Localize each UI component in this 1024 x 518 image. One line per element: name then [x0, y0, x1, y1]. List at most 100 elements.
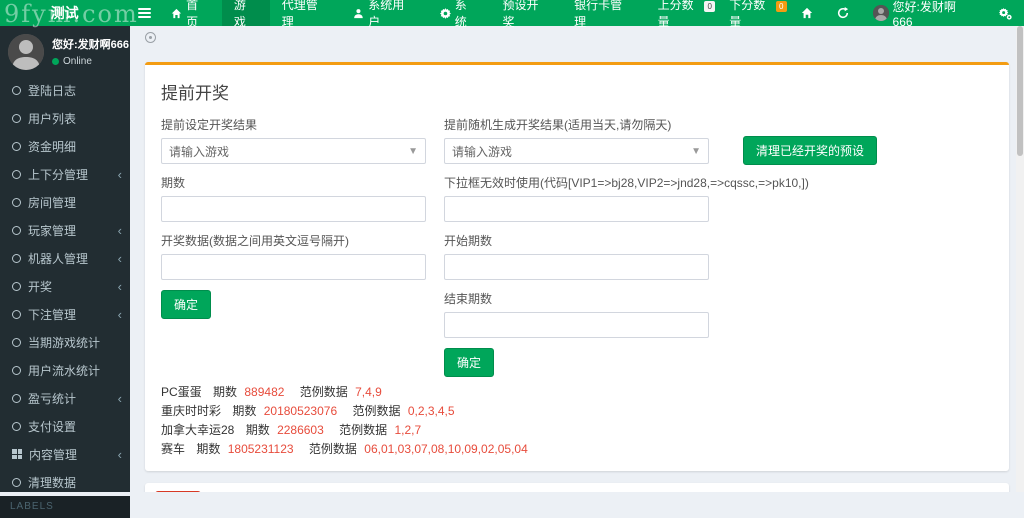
sidebar-item-draw[interactable]: 开奖 ‹: [0, 272, 130, 300]
sidebar-item-label: 资金明细: [28, 138, 122, 155]
main-menu: 首页 游戏 代理管理 系统用户 系统 预设开奖 银行卡管理: [159, 0, 646, 26]
sidebar-item-user-flow-stats[interactable]: 用户流水统计: [0, 356, 130, 384]
draw-data-label: 开奖数据(数据之间用英文逗号隔开): [161, 232, 426, 249]
game-select-value: 请输入游戏: [169, 143, 229, 160]
sidebar-item-profit-stats[interactable]: 盈亏统计‹: [0, 384, 130, 412]
preset-result-label: 提前设定开奖结果: [161, 116, 426, 133]
chevron-left-icon: ‹: [118, 223, 122, 238]
nav-item-home[interactable]: 首页: [159, 0, 222, 26]
preset-line-jnd28: 加拿大幸运28 期数 2286603 范例数据 1,2,7: [161, 421, 993, 440]
preset-sample-label: 范例数据: [300, 385, 348, 399]
sidebar-item-room-manage[interactable]: 房间管理: [0, 188, 130, 216]
nav-item-agents[interactable]: 代理管理: [270, 0, 342, 26]
up-score-badge: 0: [704, 1, 715, 12]
confirm-button-right[interactable]: 确定: [444, 348, 494, 377]
sidebar-item-score-manage[interactable]: 上下分管理‹: [0, 160, 130, 188]
scrollbar-thumb[interactable]: [1017, 26, 1023, 156]
down-score-badge: 0: [776, 1, 787, 12]
preset-sample-label: 范例数据: [309, 442, 357, 456]
sidebar-item-label: 支付设置: [28, 418, 122, 435]
sidebar-item-label: 下注管理: [28, 306, 111, 323]
circle-icon: [12, 338, 21, 347]
sidebar-item-login-log[interactable]: 登陆日志: [0, 76, 130, 104]
circle-icon: [12, 114, 21, 123]
sidebar-item-current-game-stats[interactable]: 当期游戏统计: [0, 328, 130, 356]
online-status[interactable]: Online: [52, 56, 129, 67]
preset-sample-value: 7,4,9: [355, 385, 382, 399]
logo[interactable]: 测试: [0, 0, 129, 26]
online-status-label: Online: [63, 56, 92, 67]
circle-icon: [12, 366, 21, 375]
sidebar-item-label: 当期游戏统计: [28, 334, 122, 351]
grid-icon: [12, 449, 22, 459]
online-dot-icon: [52, 58, 59, 65]
sidebar-item-user-list[interactable]: 用户列表: [0, 104, 130, 132]
draw-data-input[interactable]: [161, 254, 426, 280]
page-title: 提前开奖: [161, 79, 993, 104]
fallback-code-label: 下拉框无效时使用(代码[VIP1=>bj28,VIP2=>jnd28,=>cqs…: [444, 174, 709, 191]
preset-sample-label: 范例数据: [352, 404, 400, 418]
end-issue-input[interactable]: [444, 312, 709, 338]
circle-icon: [12, 310, 21, 319]
preset-sample-value: 06,01,03,07,08,10,09,02,05,04: [364, 442, 527, 456]
nav-item-preset-draw[interactable]: 预设开奖: [491, 0, 563, 26]
cogs-icon: [999, 7, 1012, 20]
circle-icon: [12, 478, 21, 487]
up-score-count[interactable]: 上分数量 0: [646, 0, 718, 26]
sidebar-item-payment-settings[interactable]: 支付设置: [0, 412, 130, 440]
down-score-label: 下分数量: [729, 0, 777, 30]
fallback-code-input[interactable]: [444, 196, 709, 222]
circle-icon: [12, 254, 21, 263]
user-icon: [353, 8, 364, 19]
sidebar-item-content-manage[interactable]: 内容管理‹: [0, 440, 130, 468]
nav-home-shortcut[interactable]: [789, 0, 825, 26]
sidebar-item-label: 内容管理: [29, 446, 111, 463]
down-score-count[interactable]: 下分数量 0: [717, 0, 789, 26]
avatar: [8, 34, 44, 70]
breadcrumb-circle-icon[interactable]: [145, 32, 156, 43]
preset-qi-label: 期数: [232, 404, 256, 418]
results-table-card: 删除 全部游戏 ▼ 列(显示/隐藏) 复制 CSV Excel 打印 显示 10…: [145, 483, 1009, 492]
user-menu[interactable]: 您好:发财啊666: [861, 0, 987, 26]
game-select[interactable]: 请输入游戏 ▼: [161, 138, 426, 164]
preset-qi-label: 期数: [196, 442, 220, 456]
sidebar-item-funds-detail[interactable]: 资金明细: [0, 132, 130, 160]
sidebar-item-label: 玩家管理: [28, 222, 111, 239]
start-issue-input[interactable]: [444, 254, 709, 280]
preset-qi-value: 20180523076: [264, 404, 337, 418]
end-issue-label: 结束期数: [444, 290, 709, 307]
preset-examples: PC蛋蛋 期数 889482 范例数据 7,4,9 重庆时时彩 期数 20180…: [161, 383, 993, 459]
nav-item-system-users[interactable]: 系统用户: [341, 0, 428, 26]
nav-label: 银行卡管理: [574, 0, 634, 30]
sidebar-item-label: 开奖: [28, 278, 111, 295]
sidebar-item-player-manage[interactable]: 玩家管理 ‹: [0, 216, 130, 244]
sidebar-item-robot-manage[interactable]: 机器人管理‹: [0, 244, 130, 272]
chevron-left-icon: ‹: [118, 279, 122, 294]
nav-item-system[interactable]: 系统: [428, 0, 491, 26]
scrollbar[interactable]: [1016, 26, 1024, 492]
settings-menu[interactable]: [987, 0, 1024, 26]
sidebar-item-bet-manage[interactable]: 下注管理‹: [0, 300, 130, 328]
chevron-down-icon: ▼: [691, 146, 701, 157]
refresh-button[interactable]: [825, 0, 861, 26]
gear-icon: [440, 8, 451, 19]
random-game-select[interactable]: 请输入游戏 ▼: [444, 138, 709, 164]
early-draw-card: 提前开奖 提前设定开奖结果 请输入游戏 ▼ 期数 开奖数据(数据之间用英文逗号隔…: [145, 62, 1009, 471]
sidebar-menu: 登陆日志 用户列表 资金明细 上下分管理‹ 房间管理 玩家管理‹ 机器人管理‹ …: [0, 76, 130, 496]
preset-qi-label: 期数: [213, 385, 237, 399]
nav-item-bankcards[interactable]: 银行卡管理: [562, 0, 646, 26]
form-left-column: 提前设定开奖结果 请输入游戏 ▼ 期数 开奖数据(数据之间用英文逗号隔开) 确定: [161, 116, 426, 319]
sidebar-toggle-icon[interactable]: [129, 0, 159, 26]
circle-icon: [12, 226, 21, 235]
home-icon: [801, 7, 813, 19]
circle-icon: [12, 86, 21, 95]
confirm-button-left[interactable]: 确定: [161, 290, 211, 319]
home-icon: [171, 8, 182, 19]
clear-preset-button[interactable]: 清理已经开奖的预设: [743, 136, 877, 165]
issue-label: 期数: [161, 174, 426, 191]
random-game-select-value: 请输入游戏: [452, 143, 512, 160]
sidebar-item-label: 用户列表: [28, 110, 122, 127]
nav-label: 系统: [455, 0, 479, 30]
issue-input[interactable]: [161, 196, 426, 222]
nav-item-games[interactable]: 游戏: [222, 0, 270, 26]
